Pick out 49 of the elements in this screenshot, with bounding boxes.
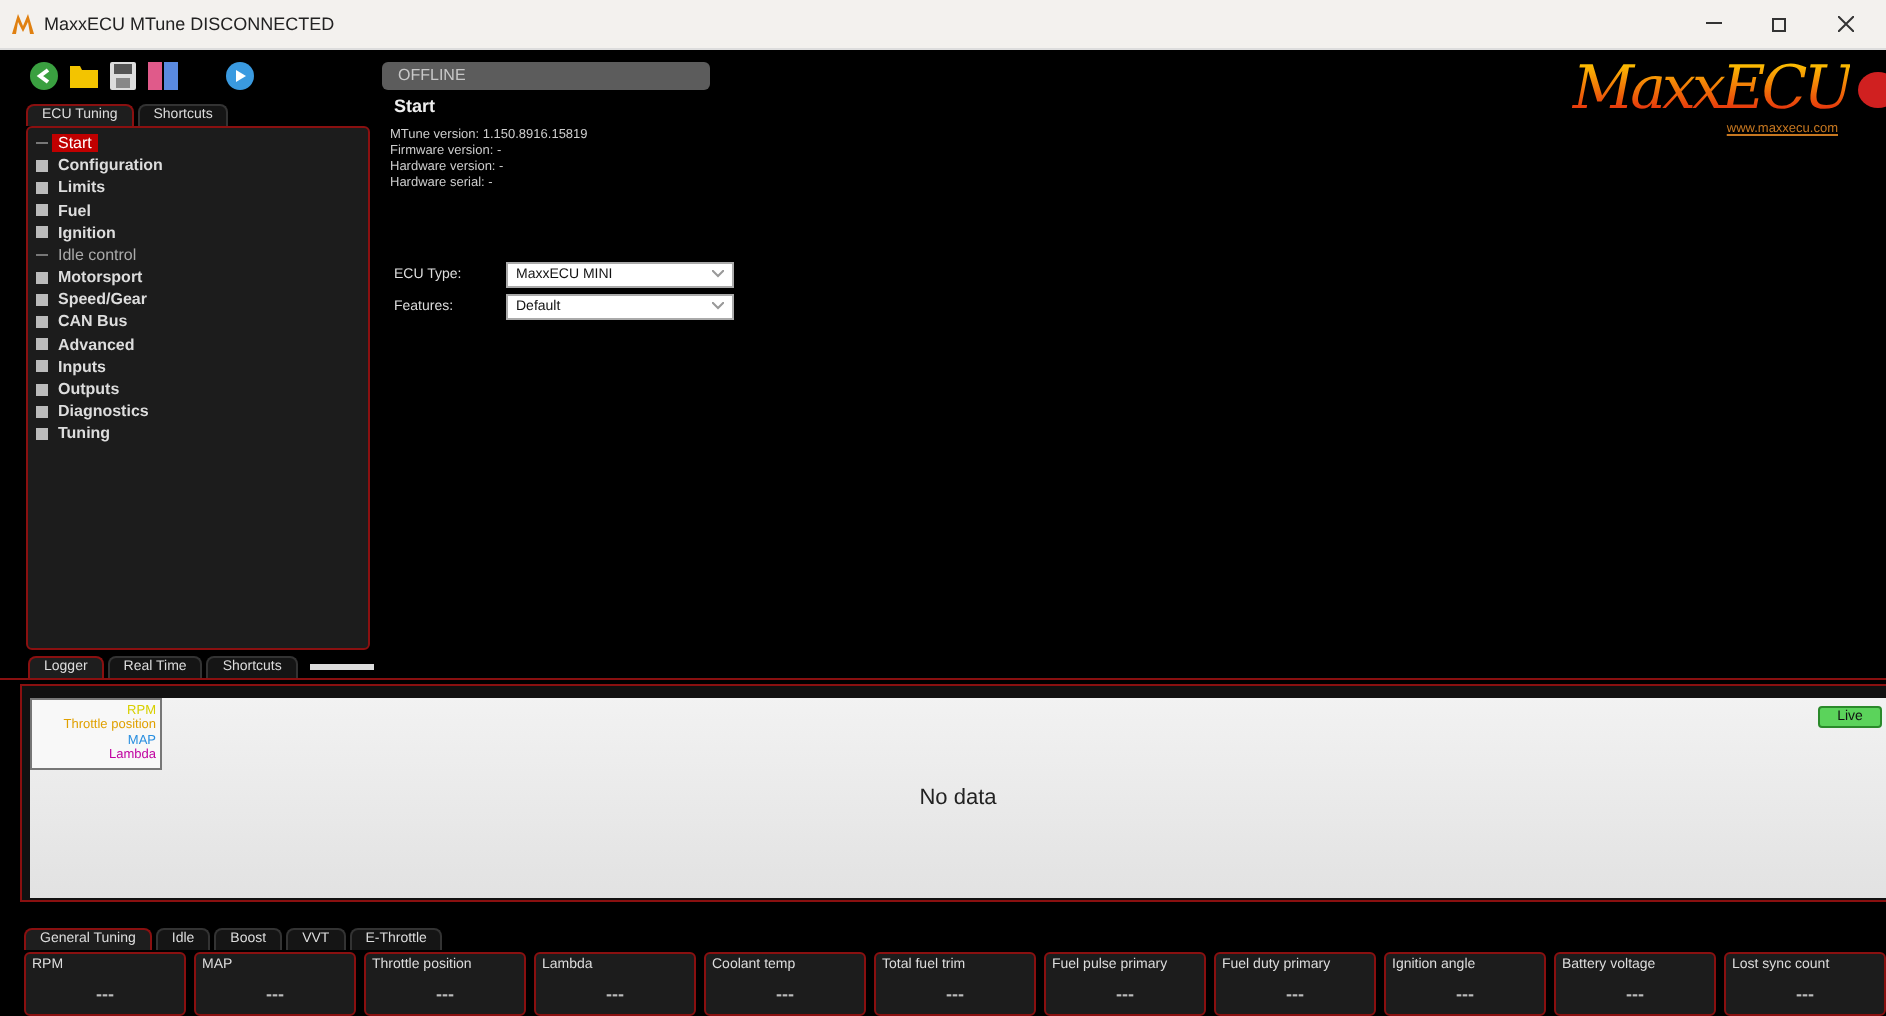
expand-icon[interactable]	[36, 293, 48, 306]
window-title: MaxxECU MTune DISCONNECTED	[44, 13, 337, 34]
no-data-text: No data	[919, 785, 997, 810]
tree-item[interactable]: CAN Bus	[52, 312, 134, 331]
app-logo-icon	[12, 13, 34, 34]
gauge-value: ---	[1626, 984, 1644, 1004]
tree-item[interactable]: Limits	[52, 178, 112, 197]
tree-item[interactable]: Tuning	[52, 424, 117, 443]
expand-icon[interactable]	[36, 226, 48, 239]
expand-icon[interactable]	[36, 360, 48, 373]
expand-icon[interactable]	[36, 383, 48, 395]
chevron-down-icon[interactable]	[712, 302, 724, 311]
expand-icon[interactable]	[36, 159, 48, 172]
tree-item[interactable]: Idle control	[52, 245, 143, 264]
expand-icon[interactable]	[36, 181, 48, 194]
stop-button-icon[interactable]	[1858, 69, 1886, 110]
gauge-value: ---	[946, 984, 964, 1004]
tree-item[interactable]: Outputs	[52, 380, 126, 398]
expand-icon[interactable]	[36, 405, 48, 418]
gauge-value: ---	[96, 984, 114, 1004]
gauge-value: ---	[1116, 984, 1134, 1004]
tree-item[interactable]: Configuration	[52, 156, 169, 175]
expand-icon[interactable]	[36, 427, 48, 440]
save-icon[interactable]	[110, 61, 136, 90]
back-icon[interactable]	[30, 61, 58, 90]
tree-item[interactable]: Diagnostics	[52, 402, 155, 421]
gauge-value: ---	[1796, 984, 1814, 1004]
gauge-value: ---	[606, 984, 624, 1004]
expand-icon[interactable]	[36, 271, 48, 284]
tree-item[interactable]: Motorsport	[52, 268, 149, 287]
gauge-value: ---	[266, 984, 284, 1004]
chevron-down-icon[interactable]	[712, 270, 724, 279]
tree-item[interactable]: Speed/Gear	[52, 290, 153, 309]
tree-item[interactable]: Ignition	[52, 223, 122, 242]
tree-item[interactable]: Fuel	[52, 201, 97, 219]
gauge-value: ---	[436, 984, 454, 1004]
tree-item[interactable]: Start	[52, 133, 98, 152]
expand-icon[interactable]	[36, 315, 48, 328]
expand-icon[interactable]	[36, 338, 48, 351]
play-icon[interactable]	[226, 61, 254, 90]
page-title: Start	[394, 95, 438, 116]
gauge-value: ---	[1456, 984, 1474, 1004]
folder-icon[interactable]	[70, 62, 98, 89]
gauge-value: ---	[1286, 984, 1304, 1004]
compare-icon[interactable]	[148, 61, 178, 90]
tree-item[interactable]: Advanced	[52, 335, 141, 354]
gauge-value: ---	[776, 984, 794, 1004]
status-bar: OFFLINE	[382, 61, 710, 90]
tree-item[interactable]: Inputs	[52, 357, 112, 376]
